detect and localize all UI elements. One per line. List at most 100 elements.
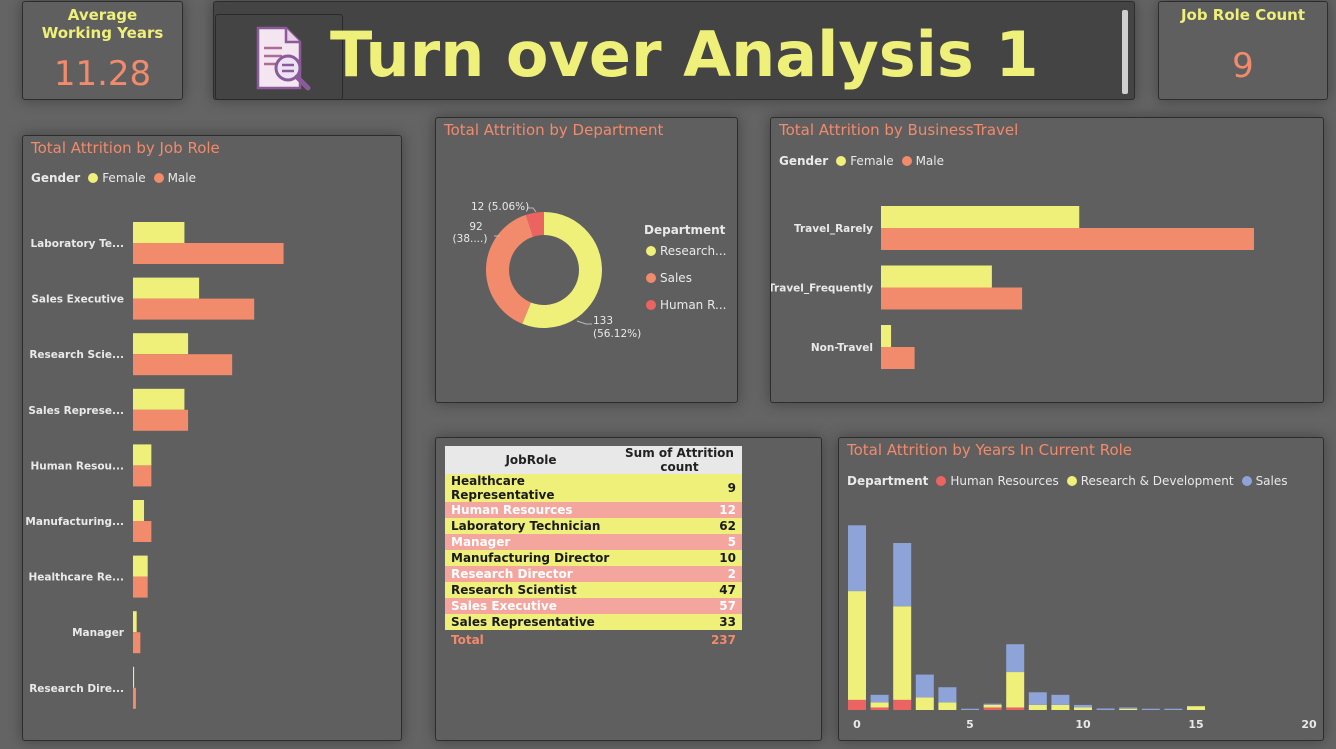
bar-male[interactable] (133, 687, 136, 709)
stacked-bar-segment[interactable] (893, 606, 912, 700)
category-label: Sales Represe... (28, 405, 124, 417)
bar-male[interactable] (881, 347, 915, 369)
bar-female[interactable] (133, 444, 152, 466)
stacked-bar-segment[interactable] (1006, 672, 1025, 708)
table-row[interactable]: Sales Representative 33 (445, 614, 742, 630)
bar-female[interactable] (133, 666, 135, 688)
stacked-bar-segment[interactable] (870, 707, 889, 710)
table-row[interactable]: Research Director 2 (445, 566, 742, 582)
legend-dot-hr (646, 300, 656, 310)
bar-male[interactable] (881, 228, 1254, 250)
stacked-bar-segment[interactable] (1051, 694, 1070, 705)
stacked-bar-segment[interactable] (1028, 692, 1047, 705)
stacked-bar-segment[interactable] (915, 697, 934, 710)
stacked-bar-segment[interactable] (1096, 708, 1115, 710)
bar-male[interactable] (133, 243, 284, 264)
cell-jobrole: Manufacturing Director (445, 550, 617, 566)
stacked-bar-segment[interactable] (1028, 704, 1047, 710)
job-role-bar-plot: Laboratory Te... Sales Executive Research … (25, 222, 284, 709)
stacked-bar-segment[interactable] (1187, 706, 1205, 710)
bar-male[interactable] (133, 576, 148, 598)
job-role-count-label: Job Role Count (1180, 6, 1306, 24)
stacked-bar-segment[interactable] (848, 525, 866, 592)
table-row[interactable]: Human Resources 12 (445, 502, 742, 518)
cell-attrition: 9 (617, 474, 742, 502)
category-label: Manager (72, 627, 125, 639)
stacked-bar-segment[interactable] (915, 674, 934, 698)
bar-male[interactable] (133, 465, 152, 487)
col-header-attrition[interactable]: Sum of Attrition count (617, 446, 742, 474)
legend-dot-sales (646, 273, 656, 283)
bar-male[interactable] (133, 409, 189, 431)
bar-male[interactable] (133, 354, 233, 376)
table-total-row: Total 237 (445, 630, 742, 650)
stacked-bar-segment[interactable] (961, 708, 979, 710)
stacked-bar-segment[interactable] (848, 699, 866, 710)
x-tick-label: 10 (1075, 718, 1091, 731)
stacked-bar-segment[interactable] (938, 702, 957, 710)
col-header-jobrole[interactable]: JobRole (445, 446, 617, 474)
stacked-bar-segment[interactable] (1051, 704, 1070, 710)
table-row[interactable]: Research Scientist 47 (445, 582, 742, 598)
stacked-bar-segment[interactable] (938, 687, 957, 703)
x-tick-label: 0 (853, 718, 861, 731)
bar-female[interactable] (133, 611, 137, 633)
bar-male[interactable] (881, 287, 1023, 310)
bar-female[interactable] (881, 206, 1080, 228)
avg-working-years-value: 11.28 (53, 54, 152, 94)
title-scrollbar[interactable] (1122, 10, 1128, 94)
table-row[interactable]: Healthcare Representative 9 (445, 474, 742, 502)
department-legend-item-rd[interactable]: Research... (646, 244, 727, 258)
data-label: (56.12%) (593, 328, 641, 340)
category-label: Sales Executive (31, 294, 124, 306)
cell-jobrole: Sales Representative (445, 614, 617, 630)
table-row[interactable]: Sales Executive 57 (445, 598, 742, 614)
stacked-bar-segment[interactable] (1074, 704, 1092, 708)
job-role-count-value: 9 (1232, 46, 1254, 86)
department-legend-item-sales[interactable]: Sales (646, 271, 692, 285)
department-legend-title: Department (644, 223, 726, 237)
bar-female[interactable] (133, 388, 185, 410)
table-row[interactable]: Manufacturing Director 10 (445, 550, 742, 566)
stacked-bar-segment[interactable] (893, 543, 912, 607)
donut-slice[interactable] (486, 214, 534, 324)
data-label: 133 (593, 315, 613, 327)
category-label: Travel_Rarely (794, 223, 873, 235)
bar-male[interactable] (133, 632, 141, 654)
bar-female[interactable] (133, 277, 200, 299)
stacked-bar-segment[interactable] (1141, 708, 1160, 710)
stacked-bar-segment[interactable] (870, 694, 889, 703)
bar-male[interactable] (133, 298, 255, 320)
legend-label-sales: Sales (660, 271, 692, 285)
department-donut-plot: 133(56.12%) 92(38....) 12 (5.06%) (453, 201, 642, 340)
bar-female[interactable] (133, 222, 185, 243)
table-row[interactable]: Manager 5 (445, 534, 742, 550)
bar-male[interactable] (133, 521, 152, 542)
table-row[interactable]: Laboratory Technician 62 (445, 518, 742, 534)
years-stacked-bar-plot: 0 5 10 15 20 (848, 525, 1317, 731)
stacked-bar-segment[interactable] (1119, 708, 1138, 710)
stacked-bar-segment[interactable] (893, 699, 912, 710)
stacked-bar-segment[interactable] (1119, 707, 1138, 709)
bar-female[interactable] (133, 500, 145, 521)
stacked-bar-segment[interactable] (1164, 708, 1183, 710)
legend-dot-rd (646, 246, 656, 256)
bar-female[interactable] (881, 325, 892, 347)
cell-attrition: 57 (617, 598, 742, 614)
stacked-bar-segment[interactable] (1006, 644, 1025, 673)
bar-female[interactable] (133, 333, 189, 355)
stacked-bar-segment[interactable] (1006, 707, 1025, 710)
bar-female[interactable] (133, 555, 148, 577)
stacked-bar-segment[interactable] (983, 707, 1002, 710)
category-label: Healthcare Re... (28, 572, 124, 584)
stacked-bar-segment[interactable] (983, 703, 1002, 705)
cell-attrition: 33 (617, 614, 742, 630)
cell-attrition: 12 (617, 502, 742, 518)
category-label: Laboratory Te... (30, 238, 124, 250)
stacked-bar-segment[interactable] (870, 702, 889, 708)
department-legend-item-hr[interactable]: Human R... (646, 298, 726, 312)
stacked-bar-segment[interactable] (848, 591, 866, 700)
bar-female[interactable] (881, 265, 992, 288)
stacked-bar-segment[interactable] (983, 704, 1002, 708)
stacked-bar-segment[interactable] (1074, 707, 1092, 710)
